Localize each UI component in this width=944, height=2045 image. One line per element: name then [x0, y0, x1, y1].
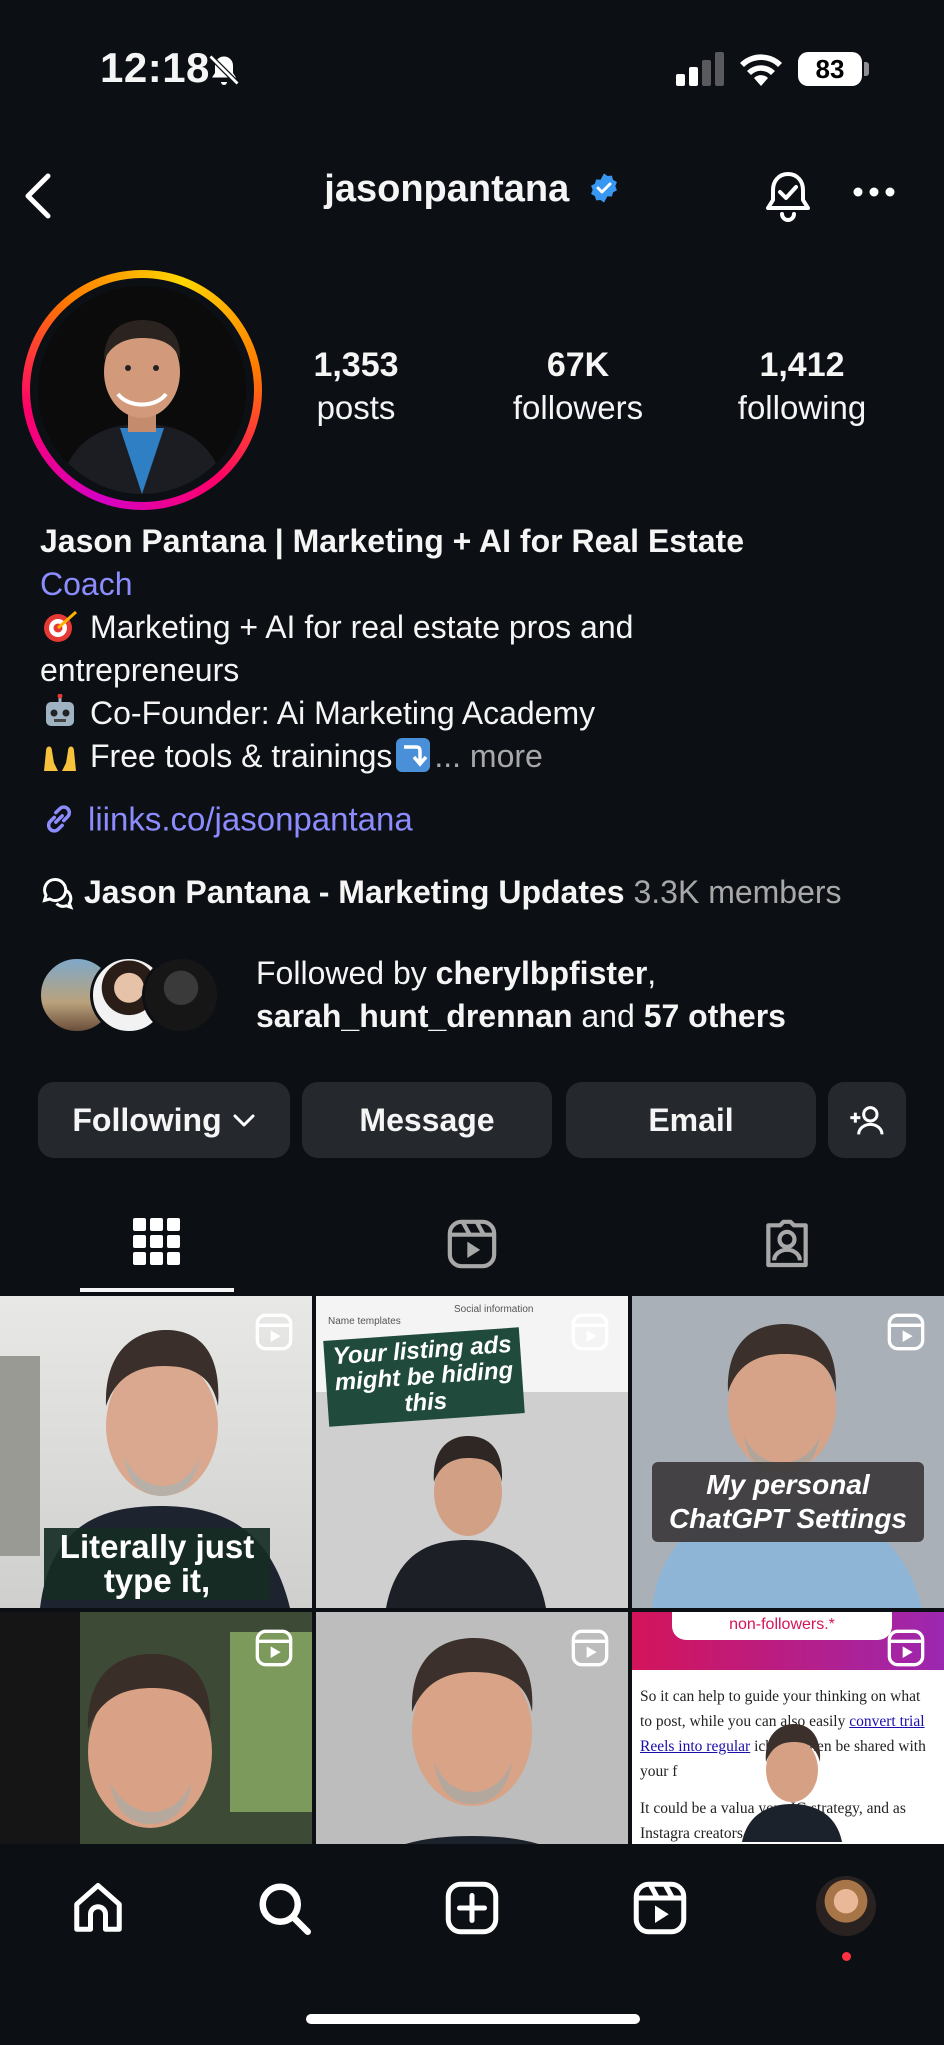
- notification-dot: [842, 1952, 851, 1961]
- stat-posts[interactable]: 1,353 posts: [256, 346, 456, 427]
- reels-tab-icon: [447, 1219, 497, 1269]
- post-2-screen-left: Name templates: [328, 1316, 401, 1327]
- stat-following-label: following: [737, 389, 867, 426]
- followed-by-prefix: Followed by: [256, 955, 436, 991]
- post-tile-6[interactable]: non-followers.* So it can help to guide …: [632, 1612, 944, 1844]
- post-1-caption: Literally just type it,: [44, 1528, 270, 1600]
- mutual-followers-avatars[interactable]: [38, 956, 238, 1036]
- stat-posts-label: posts: [316, 389, 396, 426]
- raised-hands-icon: [44, 746, 76, 771]
- tab-grid[interactable]: [0, 1210, 314, 1292]
- bio-line-1: Marketing + AI for real estate pros and: [40, 606, 920, 649]
- home-indicator: [306, 2014, 640, 2024]
- channel-members: 3.3K members: [633, 874, 842, 911]
- mutual-followers-text[interactable]: Followed by cherylbpfister, sarah_hunt_d…: [256, 952, 786, 1038]
- following-button-label: Following: [72, 1102, 222, 1138]
- tagged-icon: [766, 1219, 808, 1268]
- suggested-users-button[interactable]: [828, 1082, 906, 1158]
- bio-more-link[interactable]: ... more: [434, 738, 542, 774]
- stat-followers-value: 67K: [546, 346, 610, 384]
- stat-following[interactable]: 1,412 following: [702, 346, 902, 427]
- battery-indicator: 83: [798, 52, 862, 86]
- chevron-down-icon: [233, 1114, 255, 1127]
- post-tile-1[interactable]: Literally just type it,: [0, 1296, 312, 1608]
- posts-grid: Literally just type it, Name templates S…: [0, 1296, 944, 1844]
- reel-badge-icon: [887, 1313, 925, 1351]
- post-tile-4[interactable]: [0, 1612, 312, 1844]
- bio-line-3-text: Free tools & trainings: [90, 738, 393, 774]
- robot-icon: [46, 694, 74, 726]
- email-button[interactable]: Email: [566, 1082, 816, 1158]
- mutual-avatar-3: [142, 956, 220, 1034]
- link-icon: [46, 805, 72, 833]
- grid-icon: [133, 1218, 180, 1265]
- bottom-nav: [0, 1844, 944, 2045]
- bio-line-3: Free tools & trainings ... more: [40, 735, 920, 778]
- bio-category: Coach: [40, 566, 133, 602]
- reel-badge-icon: [255, 1629, 293, 1667]
- following-button[interactable]: Following: [38, 1082, 290, 1158]
- post-6-banner: non-followers.*: [672, 1612, 892, 1640]
- mutual-user-1: cherylbpfister: [435, 955, 648, 991]
- arrow-down-right-icon: [396, 738, 431, 772]
- profile-username: jasonpantana: [324, 168, 570, 210]
- bio: Jason Pantana | Marketing + AI for Real …: [40, 520, 920, 778]
- status-time: 12:18: [100, 44, 210, 91]
- verified-icon: [590, 172, 617, 203]
- reel-badge-icon: [887, 1629, 925, 1667]
- status-bar: 12:18 83: [0, 0, 944, 140]
- avatar-portrait: [38, 286, 246, 494]
- signal-icon: [676, 52, 724, 86]
- message-button[interactable]: Message: [302, 1082, 552, 1158]
- reel-badge-icon: [571, 1313, 609, 1351]
- post-2-screen-right: Social information: [454, 1304, 534, 1315]
- more-icon[interactable]: [852, 186, 896, 198]
- search-icon[interactable]: [254, 1878, 314, 1938]
- mutual-user-2: sarah_hunt_drennan: [256, 998, 573, 1034]
- bio-display-name: Jason Pantana | Marketing + AI for Real …: [40, 523, 744, 559]
- followed-by-sep: ,: [647, 955, 657, 991]
- bio-line-1-text: Marketing + AI for real estate pros and: [90, 609, 634, 645]
- reel-badge-icon: [255, 1313, 293, 1351]
- bio-line-2-text: Co-Founder: Ai Marketing Academy: [90, 695, 596, 731]
- create-icon[interactable]: [442, 1878, 502, 1938]
- notify-bell-icon[interactable]: [760, 168, 816, 224]
- reels-icon[interactable]: [630, 1878, 690, 1938]
- post-tile-3[interactable]: My personal ChatGPT Settings: [632, 1296, 944, 1608]
- channel-icon: [42, 877, 74, 910]
- home-icon[interactable]: [68, 1878, 128, 1938]
- stat-following-value: 1,412: [759, 346, 845, 384]
- post-tile-2[interactable]: Name templates Social information Your l…: [316, 1296, 628, 1608]
- tab-reels[interactable]: [315, 1210, 629, 1292]
- wifi-icon: [740, 54, 782, 86]
- post-2-caption: Your listing ads might be hiding this: [323, 1327, 525, 1427]
- channel-name: Jason Pantana - Marketing Updates: [84, 874, 625, 911]
- bell-off-icon: [208, 54, 240, 86]
- post-6-person: [742, 1724, 842, 1842]
- stat-posts-value: 1,353: [313, 346, 399, 384]
- post-3-caption: My personal ChatGPT Settings: [652, 1462, 924, 1542]
- stat-followers[interactable]: 67K followers: [478, 346, 678, 427]
- active-tab-indicator: [80, 1288, 234, 1292]
- profile-avatar-icon[interactable]: [816, 1876, 876, 1936]
- bio-link-text: liinks.co/jasonpantana: [88, 800, 413, 838]
- bio-link[interactable]: liinks.co/jasonpantana: [40, 798, 413, 838]
- mutual-others-count: 57 others: [643, 998, 786, 1034]
- bio-line-2: Co-Founder: Ai Marketing Academy: [40, 692, 920, 735]
- battery-tip: [864, 62, 869, 76]
- post-tile-5[interactable]: [316, 1612, 628, 1844]
- reel-badge-icon: [571, 1629, 609, 1667]
- add-user-icon: [850, 1105, 884, 1135]
- tab-tagged[interactable]: [630, 1210, 944, 1292]
- profile-page: 12:18 83 jasonpantana 1,353 posts 67K fo…: [0, 0, 944, 2045]
- followed-by-and: and: [572, 998, 644, 1034]
- bio-line-1b: entrepreneurs: [40, 652, 240, 688]
- broadcast-channel[interactable]: Jason Pantana - Marketing Updates 3.3K m…: [40, 872, 842, 911]
- stat-followers-label: followers: [512, 389, 644, 426]
- profile-avatar[interactable]: [22, 270, 262, 510]
- dart-target-icon: [44, 610, 77, 642]
- avatar-photo: [38, 286, 246, 494]
